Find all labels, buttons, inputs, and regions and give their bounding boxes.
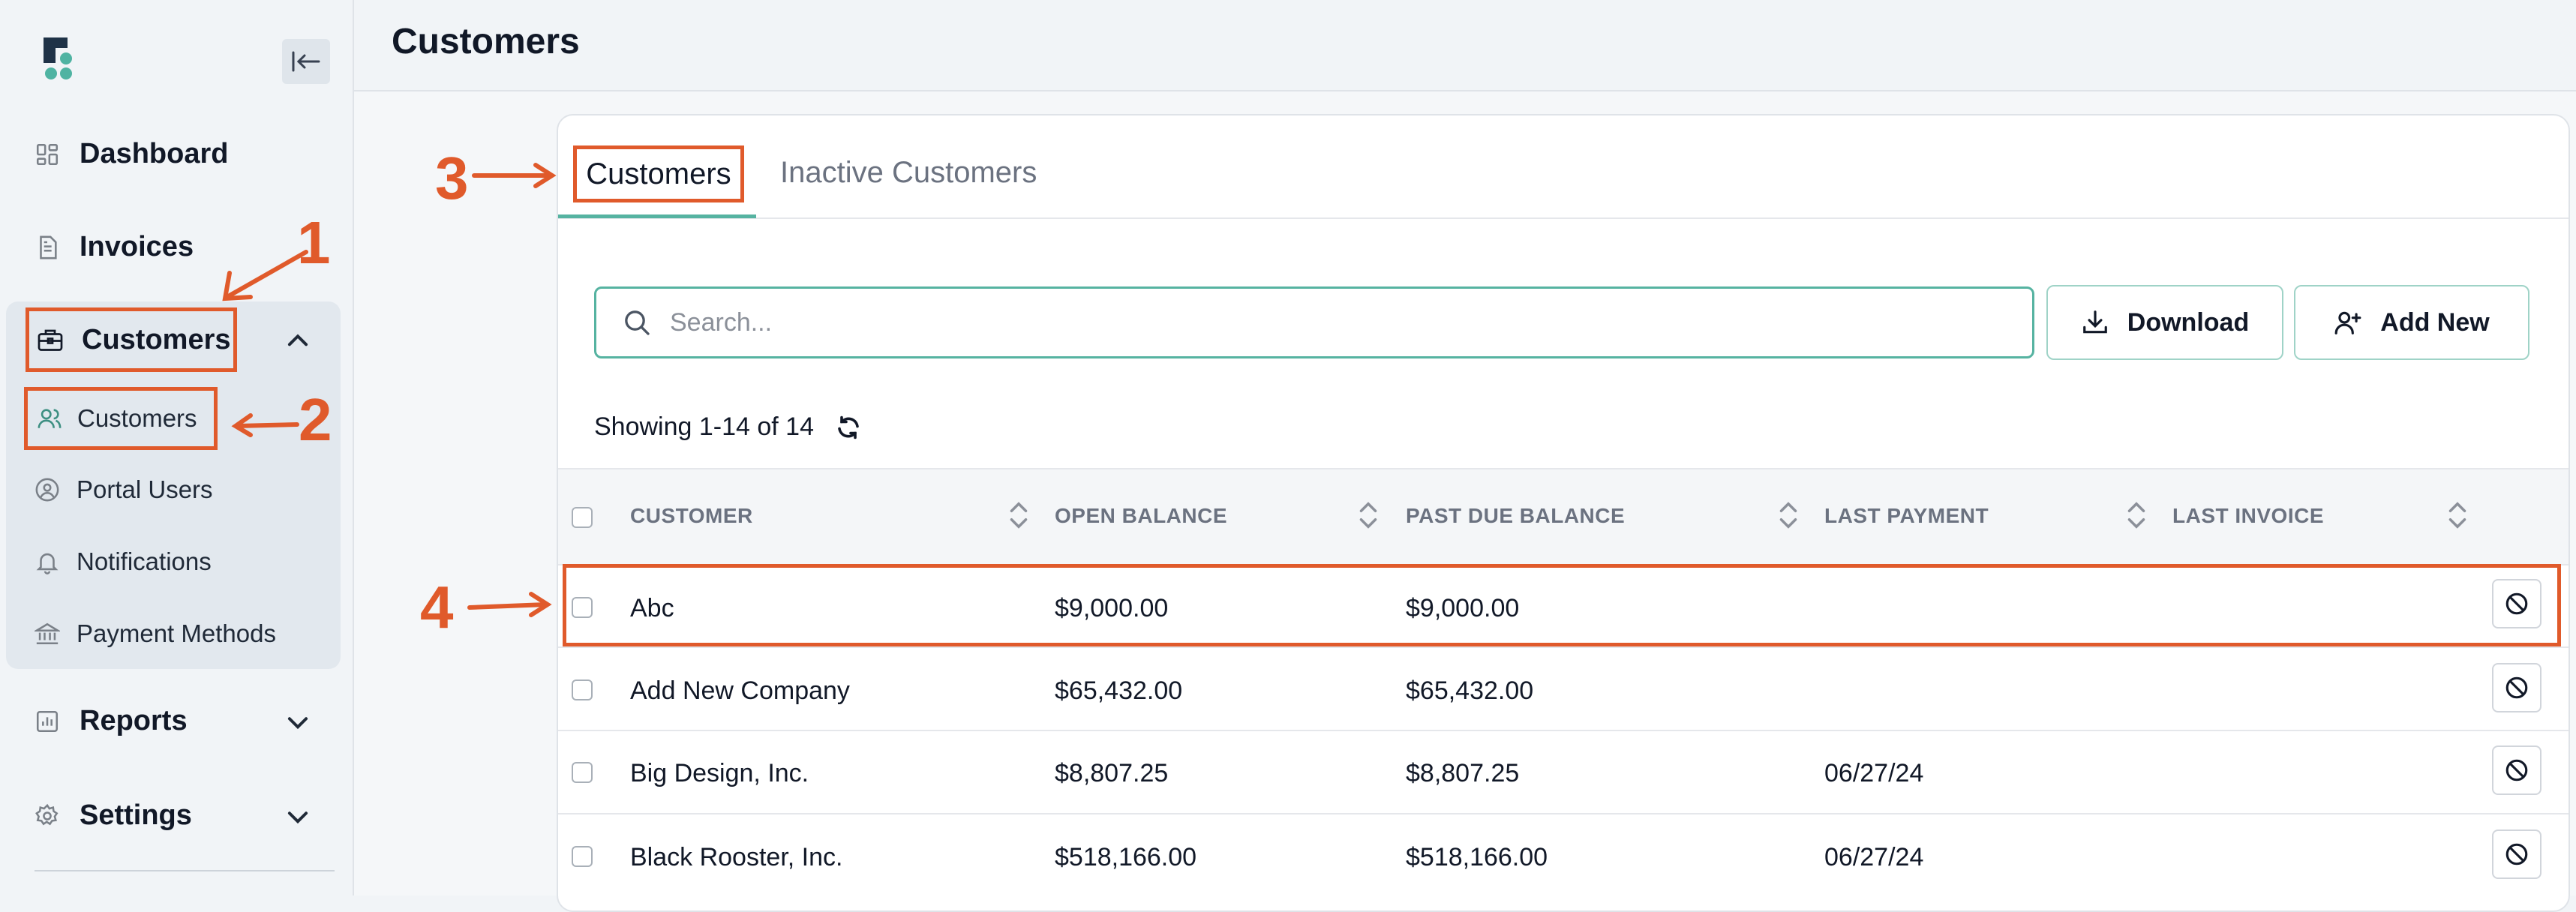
- sidebar-item-dashboard[interactable]: Dashboard: [35, 138, 228, 170]
- sidebar-item-label: Settings: [80, 800, 192, 831]
- search-field[interactable]: [594, 286, 2034, 358]
- tab-label: Customers: [586, 157, 731, 190]
- row-checkbox[interactable]: [572, 680, 593, 700]
- refresh-icon[interactable]: [835, 414, 862, 441]
- sort-icon[interactable]: [2126, 500, 2147, 531]
- sidebar-item-invoices[interactable]: Invoices: [35, 231, 194, 263]
- chevron-up-icon[interactable]: [284, 326, 312, 354]
- cell-customer[interactable]: Big Design, Inc.: [630, 759, 809, 788]
- cell-past-due: $518,166.00: [1406, 843, 1548, 872]
- column-header-last-invoice[interactable]: LAST INVOICE: [2172, 504, 2324, 528]
- sidebar-subitem-label: Payment Methods: [77, 620, 276, 647]
- cell-customer[interactable]: Black Rooster, Inc.: [630, 843, 842, 872]
- sidebar-subitem-payment-methods[interactable]: Payment Methods: [35, 620, 276, 648]
- app-logo[interactable]: [41, 36, 77, 81]
- cell-past-due: $65,432.00: [1406, 676, 1534, 705]
- cell-open-balance: $65,432.00: [1055, 676, 1183, 705]
- annotation-arrow-icon: [467, 592, 552, 617]
- dashboard-icon: [36, 143, 59, 165]
- cell-open-balance: $8,807.25: [1055, 759, 1169, 788]
- row-divider: [558, 813, 2568, 814]
- tab-inactive-customers[interactable]: Inactive Customers: [780, 156, 1037, 190]
- sidebar-item-label: Dashboard: [80, 138, 229, 170]
- column-header-open-balance[interactable]: OPEN BALANCE: [1055, 504, 1227, 528]
- cell-past-due: $8,807.25: [1406, 759, 1520, 788]
- sort-icon[interactable]: [1358, 500, 1379, 531]
- cell-last-payment: 06/27/24: [1824, 843, 1924, 872]
- column-header-customer[interactable]: CUSTOMER: [630, 504, 753, 528]
- results-count-text: Showing 1-14 of 14: [594, 412, 814, 441]
- users-icon: [38, 409, 62, 428]
- row-divider: [558, 646, 2568, 648]
- user-circle-icon: [35, 478, 59, 502]
- tabs-divider: [558, 218, 2568, 219]
- sort-icon[interactable]: [1778, 500, 1799, 531]
- annotation-number: 4: [420, 574, 454, 640]
- download-button[interactable]: Download: [2046, 285, 2283, 360]
- add-user-icon: [2334, 311, 2361, 334]
- sidebar-item-settings[interactable]: Settings: [35, 800, 192, 832]
- sidebar-subitem-customers[interactable]: Customers: [24, 387, 218, 450]
- sidebar-item-label: Reports: [80, 705, 188, 736]
- annotation-arrow-icon: [472, 163, 557, 188]
- sidebar-item-label: Invoices: [80, 231, 194, 262]
- column-header-past-due-balance[interactable]: PAST DUE BALANCE: [1406, 504, 1625, 528]
- results-count: Showing 1-14 of 14: [594, 412, 862, 442]
- download-label: Download: [2127, 308, 2250, 337]
- deactivate-button[interactable]: [2492, 830, 2541, 879]
- sidebar-subitem-label: Customers: [77, 404, 197, 432]
- row-checkbox[interactable]: [572, 762, 593, 783]
- sidebar-subitem-notifications[interactable]: Notifications: [35, 548, 212, 576]
- page-header: Customers: [354, 0, 2576, 92]
- bell-icon: [36, 553, 59, 574]
- active-tab-underline: [558, 214, 756, 218]
- row-divider: [558, 730, 2568, 731]
- row-checkbox[interactable]: [572, 846, 593, 867]
- collapse-sidebar-button[interactable]: [282, 39, 330, 84]
- column-header-last-payment[interactable]: LAST PAYMENT: [1824, 504, 1989, 528]
- sidebar-subitem-portal-users[interactable]: Portal Users: [35, 476, 213, 504]
- annotation-number: 2: [299, 386, 332, 453]
- sidebar-subitem-label: Portal Users: [77, 476, 213, 503]
- collapse-left-icon: [292, 51, 320, 72]
- sidebar-divider: [35, 870, 335, 872]
- download-icon: [2082, 310, 2107, 334]
- highlighted-row-outline: [563, 564, 2561, 646]
- sidebar-subitem-label: Notifications: [77, 548, 212, 575]
- reports-icon: [36, 710, 59, 732]
- ban-icon: [2505, 676, 2528, 699]
- deactivate-button[interactable]: [2492, 746, 2541, 795]
- cell-customer[interactable]: Add New Company: [630, 676, 850, 706]
- add-new-label: Add New: [2380, 308, 2490, 337]
- search-input[interactable]: [668, 307, 1947, 338]
- page-title: Customers: [392, 22, 580, 62]
- tab-customers[interactable]: Customers: [573, 146, 744, 202]
- chevron-down-icon[interactable]: [284, 802, 312, 831]
- annotation-number: 3: [435, 145, 469, 212]
- annotation-arrow-icon: [222, 250, 308, 302]
- gear-icon: [35, 803, 59, 825]
- select-all-checkbox[interactable]: [572, 507, 593, 528]
- add-new-button[interactable]: Add New: [2294, 285, 2529, 360]
- sidebar-item-customers[interactable]: Customers: [26, 308, 237, 372]
- ban-icon: [2505, 843, 2528, 866]
- annotation-arrow-icon: [231, 413, 299, 437]
- sort-icon[interactable]: [2447, 500, 2468, 531]
- deactivate-button[interactable]: [2492, 663, 2541, 712]
- sort-icon[interactable]: [1008, 500, 1029, 531]
- chevron-down-icon[interactable]: [284, 708, 312, 736]
- bank-icon: [35, 622, 60, 645]
- cell-last-payment: 06/27/24: [1824, 759, 1924, 788]
- search-icon: [625, 310, 650, 335]
- ban-icon: [2505, 759, 2528, 782]
- invoice-icon: [40, 236, 57, 259]
- sidebar-item-label: Customers: [82, 323, 231, 356]
- sidebar-item-reports[interactable]: Reports: [35, 705, 188, 737]
- briefcase-icon: [38, 329, 63, 351]
- cell-open-balance: $518,166.00: [1055, 843, 1197, 872]
